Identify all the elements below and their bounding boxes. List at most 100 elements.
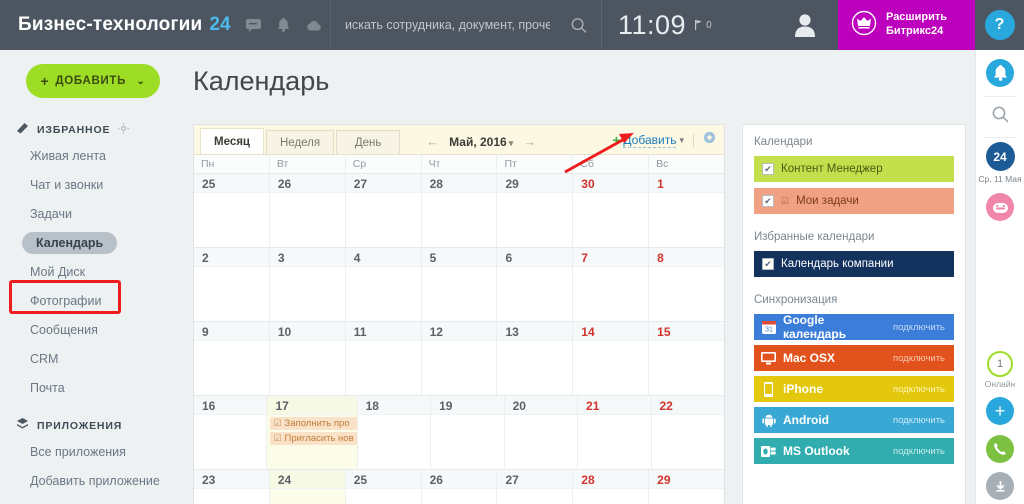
calendar-day-cell[interactable]: 12: [421, 322, 498, 395]
calendar-day-cell[interactable]: 28: [573, 470, 650, 504]
calendar-day-cell[interactable]: 20: [504, 396, 579, 469]
calendar-day-cell[interactable]: 30: [573, 174, 650, 247]
calendar-day-cell[interactable]: 28: [421, 174, 498, 247]
search-input[interactable]: [345, 18, 550, 32]
calendar-day-cell[interactable]: 29: [497, 174, 574, 247]
sync-connect-link[interactable]: подключить: [893, 446, 945, 457]
calendar-day-cell[interactable]: 7: [573, 248, 650, 321]
sync-connect-link[interactable]: подключить: [893, 384, 945, 395]
calendar-chip-label: Календарь компании: [781, 258, 894, 270]
plus-icon[interactable]: +: [986, 397, 1014, 425]
chat-icon[interactable]: [246, 17, 262, 33]
sidebar-item-link[interactable]: Задачи: [0, 199, 185, 228]
brand-area[interactable]: Бизнес-технологии 24: [0, 0, 330, 50]
sidebar-app-item[interactable]: Все приложения: [0, 437, 185, 466]
sidebar-item-link[interactable]: Мой Диск: [0, 257, 185, 286]
calendar-day-cell[interactable]: 15: [649, 322, 725, 395]
phone-icon[interactable]: [986, 435, 1014, 463]
calendar-chip[interactable]: ✔ Контент Менеджер: [754, 156, 954, 182]
calendar-day-cell[interactable]: 22: [651, 396, 724, 469]
calendar-day-cell[interactable]: 23: [194, 470, 270, 504]
sidebar-app-item[interactable]: 1С+Битрикс24: [0, 495, 185, 504]
online-count[interactable]: 1: [987, 351, 1013, 377]
checkbox[interactable]: ✔: [762, 258, 774, 270]
sidebar-item-link[interactable]: Живая лента: [0, 141, 185, 170]
sync-connect-link[interactable]: подключить: [893, 415, 945, 426]
sidebar-item-link[interactable]: Фотографии: [0, 286, 185, 315]
calendar-day-cell[interactable]: 26: [421, 470, 498, 504]
search-icon[interactable]: [992, 106, 1009, 128]
calendar-chip-label: Мои задачи: [796, 195, 859, 207]
calendar-day-cell[interactable]: 29: [649, 470, 725, 504]
sync-row[interactable]: Android подключить: [754, 407, 954, 433]
gear-icon[interactable]: [703, 131, 716, 149]
sidebar-item-calendar[interactable]: Календарь: [0, 228, 185, 257]
sidebar-item-link[interactable]: Чат и звонки: [0, 170, 185, 199]
calendar-day-cell[interactable]: 25: [194, 174, 270, 247]
global-search[interactable]: [330, 0, 602, 50]
calendar-day-cell[interactable]: 24: [269, 470, 346, 504]
sidebar-item-label: Сообщения: [30, 322, 98, 337]
search-icon[interactable]: [571, 17, 587, 33]
sync-connect-link[interactable]: подключить: [893, 353, 945, 364]
gear-icon[interactable]: [118, 122, 130, 137]
calendar-day-cell[interactable]: 27: [497, 470, 574, 504]
favorites-header[interactable]: ИЗБРАННОЕ: [0, 122, 185, 137]
user-avatar[interactable]: [794, 0, 838, 50]
prev-period-button[interactable]: ←: [426, 134, 439, 149]
calendar-day-cell[interactable]: 19: [431, 396, 505, 469]
favorite-calendar-chip[interactable]: ✔ Календарь компании: [754, 251, 954, 277]
current-period[interactable]: Май, 2016 ▾: [449, 135, 513, 149]
help-button[interactable]: ?: [984, 10, 1015, 40]
checkbox[interactable]: ✔: [762, 195, 774, 207]
calendar-day-cell[interactable]: 8: [649, 248, 725, 321]
calendar-day-cell[interactable]: 27: [345, 174, 422, 247]
sync-row[interactable]: iPhone подключить: [754, 376, 954, 402]
checkbox[interactable]: ✔: [762, 163, 774, 175]
calendar-day-cell[interactable]: 11: [345, 322, 422, 395]
calendar-day-cell[interactable]: 10: [269, 322, 346, 395]
calendar-day-cell[interactable]: 13: [497, 322, 574, 395]
calendar-event[interactable]: ☑ Заполнить про: [270, 417, 357, 430]
sync-row[interactable]: Mac OSX подключить: [754, 345, 954, 371]
download-icon[interactable]: [986, 472, 1014, 500]
calendar-day-cell[interactable]: 4: [345, 248, 422, 321]
bell-icon[interactable]: [986, 59, 1014, 87]
sync-row[interactable]: 31 Google календарь подключить: [754, 313, 954, 341]
calendar-day-cell[interactable]: 18: [357, 396, 432, 469]
bot-avatar[interactable]: [986, 193, 1014, 221]
calendar-day-cell[interactable]: 6: [497, 248, 574, 321]
calendar-chip[interactable]: ✔ ☑ Мои задачи: [754, 188, 954, 214]
date-badge[interactable]: 24: [985, 142, 1015, 171]
next-period-button[interactable]: →: [523, 134, 536, 149]
calendar-day-cell[interactable]: 16: [194, 396, 268, 469]
upgrade-banner[interactable]: Расширить Битрикс24: [838, 0, 975, 50]
view-tab[interactable]: Месяц: [200, 128, 264, 154]
sync-row[interactable]: MS Outlook подключить: [754, 438, 954, 464]
sidebar-item-link[interactable]: Сообщения: [0, 315, 185, 344]
view-tab[interactable]: Неделя: [266, 130, 335, 154]
sidebar-app-item[interactable]: Добавить приложение: [0, 466, 185, 495]
sidebar-item-link[interactable]: CRM: [0, 344, 185, 373]
bell-icon[interactable]: [276, 17, 292, 33]
calendar-day-cell[interactable]: 26: [269, 174, 346, 247]
calendar-day-cell[interactable]: 1: [649, 174, 725, 247]
view-tab[interactable]: День: [336, 130, 401, 154]
add-button[interactable]: + ДОБАВИТЬ ⌄: [25, 64, 160, 98]
apps-header[interactable]: ПРИЛОЖЕНИЯ: [0, 418, 185, 433]
calendar-day-cell[interactable]: 5: [421, 248, 498, 321]
cloud-icon[interactable]: [306, 17, 322, 33]
calendar-day-cell[interactable]: 25: [345, 470, 422, 504]
calendar-day-cell[interactable]: 17 ☑ Заполнить про ☑ Пригласить нов: [267, 396, 358, 469]
clock-area[interactable]: 11:09 0: [602, 0, 728, 50]
sidebar-item-link[interactable]: Почта: [0, 373, 185, 402]
calendar-day-cell[interactable]: 9: [194, 322, 270, 395]
flag-counter[interactable]: 0: [695, 20, 712, 31]
calendar-day-cell[interactable]: 14: [573, 322, 650, 395]
calendar-day-cell[interactable]: 21: [578, 396, 652, 469]
calendar-day-cell[interactable]: 2: [194, 248, 270, 321]
add-event-link[interactable]: + Добавить ▾: [612, 132, 684, 148]
calendar-day-cell[interactable]: 3: [269, 248, 346, 321]
calendar-event[interactable]: ☑ Пригласить нов: [270, 432, 357, 445]
sync-connect-link[interactable]: подключить: [893, 322, 945, 333]
